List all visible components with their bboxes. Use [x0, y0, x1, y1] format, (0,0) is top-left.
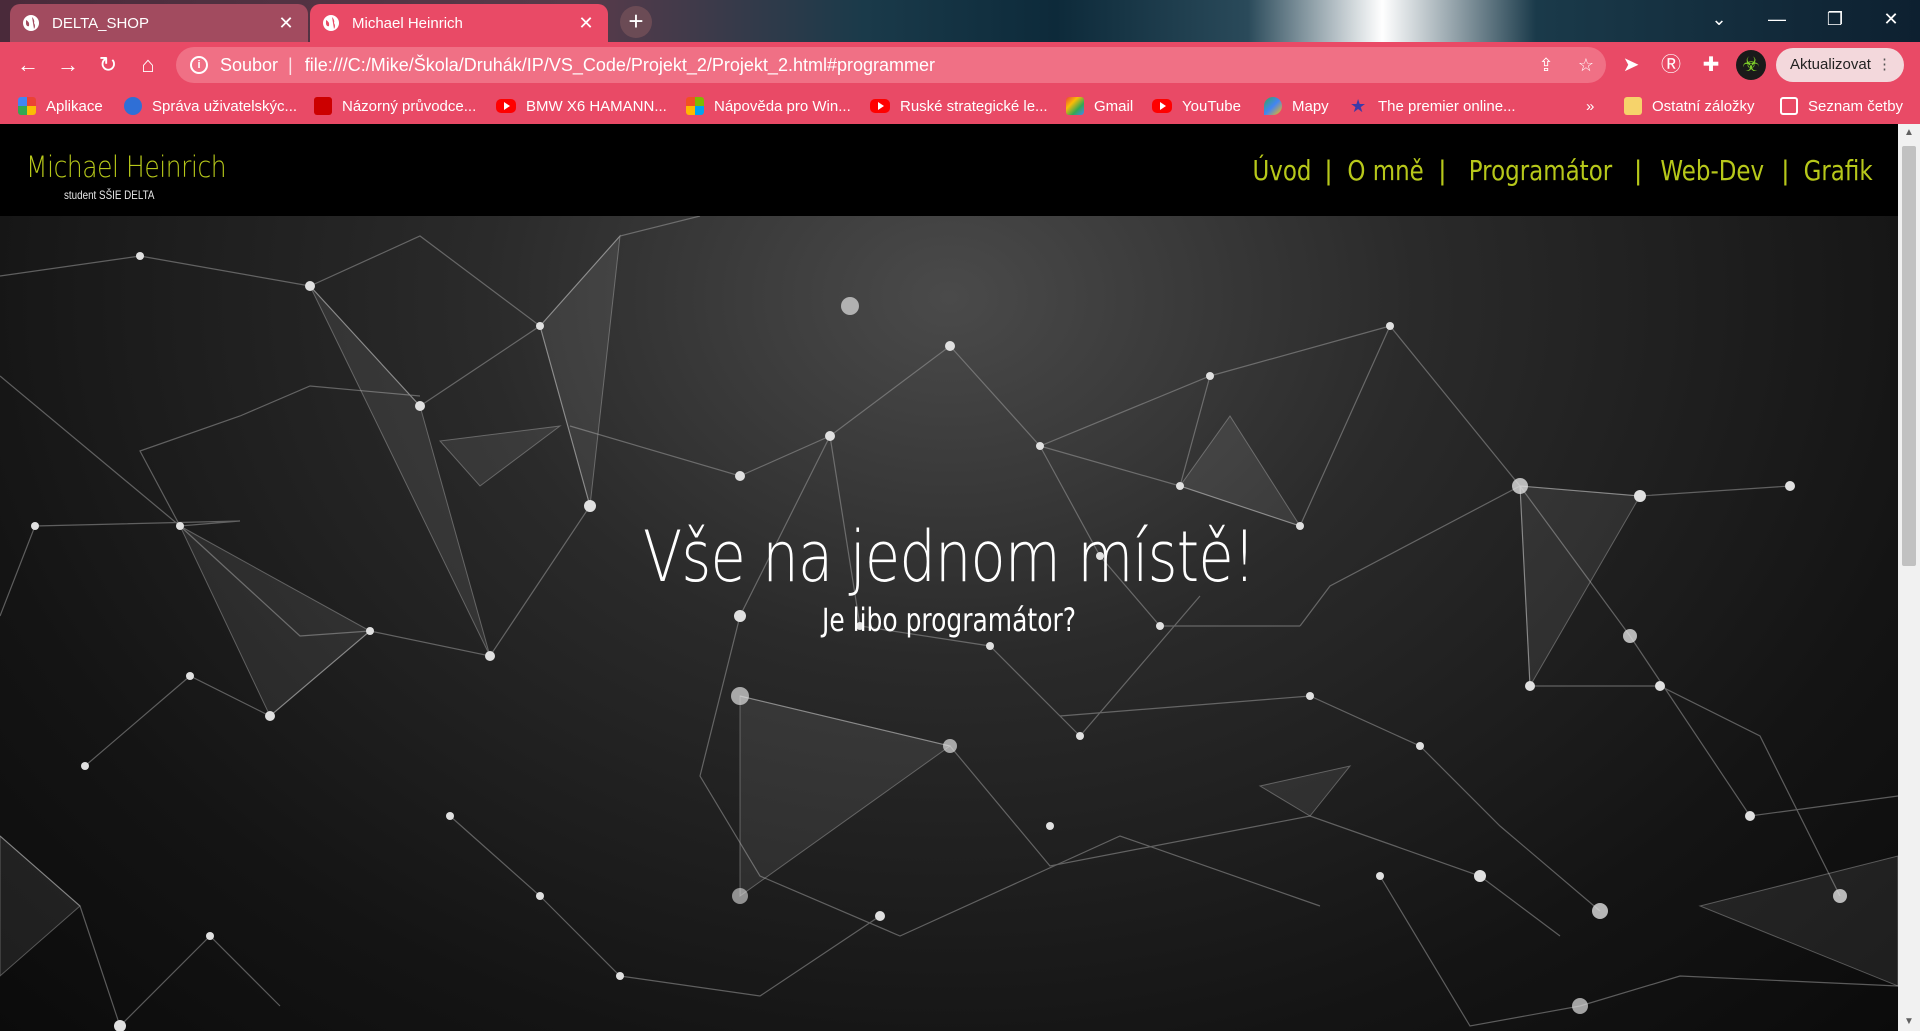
youtube-icon	[1152, 99, 1172, 113]
folder-icon	[1624, 97, 1642, 115]
bookmark-label: Ruské strategické le...	[900, 97, 1048, 115]
bookmark-label: Názorný průvodce...	[342, 97, 477, 115]
nav-link-programator[interactable]: Programátor	[1469, 154, 1612, 187]
nav-link-uvod[interactable]: Úvod	[1253, 154, 1312, 187]
update-button[interactable]: Aktualizovat ⋮	[1776, 48, 1904, 82]
omnibox-separator: |	[288, 54, 293, 75]
brand-name[interactable]: Michael Heinrich	[26, 150, 227, 184]
nav-divider: |	[1324, 155, 1333, 186]
hp-icon	[124, 97, 142, 115]
bookmark-star-icon[interactable]: ☆	[1566, 55, 1606, 76]
menu-dots-icon[interactable]: ⋮	[1877, 48, 1892, 82]
bookmark-label: YouTube	[1182, 97, 1241, 115]
star-icon: ★	[1350, 96, 1367, 116]
tab-search-chevron-icon[interactable]: ⌄	[1690, 0, 1748, 38]
bookmark-label: BMW X6 HAMANN...	[526, 97, 667, 115]
bookmark-label: Ostatní záložky	[1652, 97, 1755, 115]
tab-title: Michael Heinrich	[352, 14, 463, 32]
close-icon[interactable]: ✕	[276, 13, 296, 34]
tab-title: DELTA_SHOP	[52, 14, 149, 32]
profile-avatar[interactable]: ☣	[1736, 50, 1766, 80]
browser-toolbar: ← → ↻ ⌂ i Soubor | file:///C:/Mike/Škola…	[0, 42, 1920, 88]
maps-icon	[1264, 97, 1282, 115]
bookmark-label: Správa uživatelskýc...	[152, 97, 298, 115]
nav-link-grafik[interactable]: Grafik	[1803, 154, 1872, 187]
window-close-icon[interactable]: ✕	[1862, 0, 1920, 38]
youtube-icon	[496, 99, 516, 113]
info-icon[interactable]: i	[190, 56, 208, 74]
hero-section: Vše na jednom místě! Je libo programátor…	[0, 216, 1898, 1031]
bookmark-napoveda[interactable]: Nápověda pro Win...	[686, 88, 851, 124]
site-header: Michael Heinrich student SŠIE DELTA Úvod…	[0, 124, 1898, 216]
zive-icon	[314, 97, 332, 115]
overflow-chevron-icon: »	[1586, 97, 1595, 115]
cursor-extension-icon[interactable]: ➤	[1616, 50, 1646, 80]
new-tab-button[interactable]: +	[620, 6, 652, 38]
globe-icon	[323, 15, 339, 31]
update-label: Aktualizovat	[1790, 56, 1871, 73]
bookmark-sprava[interactable]: Správa uživatelskýc...	[124, 88, 297, 124]
forward-icon[interactable]: →	[48, 45, 88, 85]
bookmark-mapy[interactable]: Mapy	[1264, 88, 1329, 124]
minimize-icon[interactable]: —	[1748, 0, 1806, 38]
bookmark-label: Gmail	[1094, 97, 1134, 115]
site-nav: Úvod | O mně | Programátor | Web-Dev | G…	[1246, 154, 1880, 187]
bookmark-bmw[interactable]: BMW X6 HAMANN...	[496, 88, 667, 124]
tab-strip: DELTA_SHOP ✕ Michael Heinrich ✕ + ⌄ — ❐ …	[0, 0, 1920, 42]
bookmark-label: Seznam četby	[1808, 97, 1904, 115]
url-text[interactable]: file:///C:/Mike/Škola/Druhák/IP/VS_Code/…	[305, 55, 1526, 76]
apps-grid-icon	[18, 97, 36, 115]
close-icon[interactable]: ✕	[576, 13, 596, 34]
home-icon[interactable]: ⌂	[128, 45, 168, 85]
bookmark-nazorny[interactable]: Názorný průvodce...	[314, 88, 476, 124]
bookmark-youtube[interactable]: YouTube	[1152, 88, 1241, 124]
gmail-icon	[1066, 97, 1084, 115]
bookmark-label: Aplikace	[46, 97, 103, 115]
bookmark-premier[interactable]: ★ The premier online...	[1350, 88, 1516, 124]
page-scrollbar[interactable]: ▲ ▼	[1898, 124, 1920, 1031]
address-bar[interactable]: i Soubor | file:///C:/Mike/Škola/Druhák/…	[176, 47, 1606, 83]
extensions-puzzle-icon[interactable]: ✚	[1696, 50, 1726, 80]
bookmark-label: Nápověda pro Win...	[714, 97, 851, 115]
back-icon[interactable]: ←	[8, 45, 48, 85]
tab-delta-shop[interactable]: DELTA_SHOP ✕	[10, 4, 308, 42]
nav-divider: |	[1781, 155, 1790, 186]
bookmark-gmail[interactable]: Gmail	[1066, 88, 1133, 124]
reading-list-button[interactable]: Seznam četby	[1780, 88, 1903, 124]
restore-icon[interactable]: ❐	[1806, 0, 1864, 38]
share-icon[interactable]: ⇪	[1526, 55, 1566, 76]
scheme-label: Soubor	[220, 54, 279, 75]
bookmarks-bar: Aplikace Správa uživatelskýc... Názorný …	[0, 88, 1920, 124]
scroll-down-icon[interactable]: ▼	[1898, 1013, 1920, 1031]
nav-link-o-mne[interactable]: O mně	[1347, 154, 1423, 187]
hero-title: Vše na jednom místě!	[642, 516, 1256, 598]
hero-subtitle: Je libo programátor?	[822, 601, 1076, 639]
globe-icon	[23, 15, 39, 31]
bookmarks-overflow-button[interactable]: »	[1586, 88, 1594, 124]
brand-subtitle: student SŠIE DELTA	[64, 188, 155, 202]
tab-michael-heinrich[interactable]: Michael Heinrich ✕	[310, 4, 608, 42]
bookmark-label: Mapy	[1292, 97, 1329, 115]
scrollbar-thumb[interactable]	[1902, 146, 1916, 566]
nav-divider: |	[1633, 155, 1643, 186]
nav-link-web-dev[interactable]: Web-Dev	[1660, 154, 1764, 187]
extension-r-icon[interactable]: Ⓡ	[1656, 50, 1686, 80]
microsoft-icon	[686, 97, 704, 115]
reading-list-icon	[1780, 97, 1798, 115]
page-viewport: Michael Heinrich student SŠIE DELTA Úvod…	[0, 124, 1920, 1031]
reload-icon[interactable]: ↻	[88, 45, 128, 85]
bookmark-aplikace[interactable]: Aplikace	[18, 88, 103, 124]
bookmark-ruske[interactable]: Ruské strategické le...	[870, 88, 1048, 124]
bookmark-label: The premier online...	[1378, 97, 1516, 115]
bookmark-other-folder[interactable]: Ostatní záložky	[1624, 88, 1755, 124]
youtube-icon	[870, 99, 890, 113]
nav-divider: |	[1438, 155, 1447, 186]
scroll-up-icon[interactable]: ▲	[1898, 124, 1920, 142]
